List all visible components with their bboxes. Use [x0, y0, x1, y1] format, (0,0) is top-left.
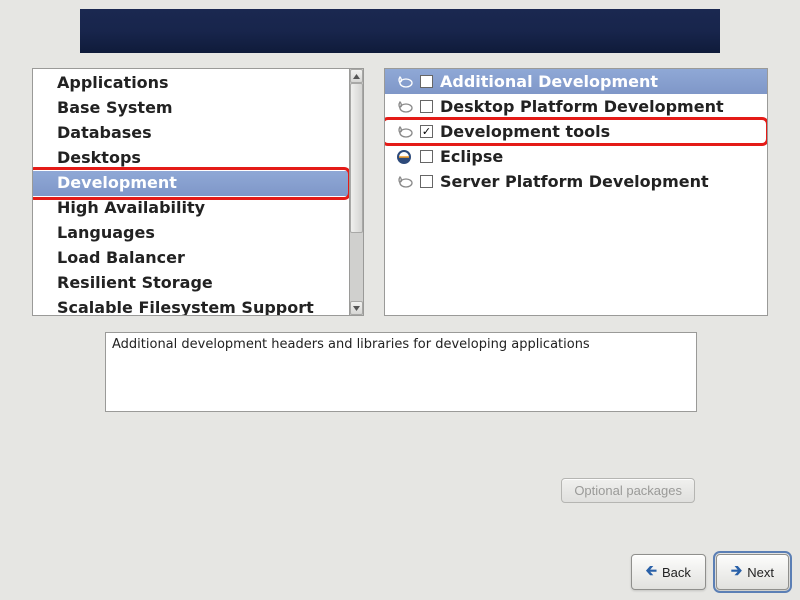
package-item[interactable]: Eclipse — [385, 144, 767, 169]
scroll-down-button[interactable] — [350, 301, 363, 315]
description-text: Additional development headers and libra… — [112, 337, 590, 352]
next-label: Next — [747, 565, 774, 580]
scroll-up-button[interactable] — [350, 69, 363, 83]
category-item[interactable]: Applications — [33, 71, 349, 96]
package-checkbox[interactable] — [420, 175, 433, 188]
package-label: Server Platform Development — [440, 171, 709, 192]
category-item[interactable]: Load Balancer — [33, 246, 349, 271]
package-checkbox[interactable]: ✓ — [420, 125, 433, 138]
package-listbox[interactable]: Additional Development Desktop Platform D… — [384, 68, 768, 316]
package-label: Desktop Platform Development — [440, 96, 724, 117]
package-item[interactable]: Server Platform Development — [385, 169, 767, 194]
scroll-thumb[interactable] — [350, 83, 363, 233]
next-button[interactable]: 🡲 Next — [716, 554, 789, 590]
category-item[interactable]: Desktops — [33, 146, 349, 171]
category-listbox[interactable]: ApplicationsBase SystemDatabasesDesktops… — [32, 68, 350, 316]
arrow-right-icon: 🡲 — [731, 560, 742, 584]
package-panel: Additional Development Desktop Platform D… — [384, 68, 768, 316]
package-item[interactable]: ✓ Development tools — [385, 119, 767, 144]
package-checkbox[interactable] — [420, 100, 433, 113]
back-label: Back — [662, 565, 691, 580]
optional-packages-button: Optional packages — [561, 478, 695, 503]
category-item[interactable]: Development — [33, 171, 349, 196]
back-button[interactable]: 🡰 Back — [631, 554, 706, 590]
category-scrollbar[interactable] — [350, 68, 364, 316]
eclipse-icon — [395, 150, 413, 164]
package-checkbox[interactable] — [420, 150, 433, 163]
description-box: Additional development headers and libra… — [105, 332, 697, 412]
category-item[interactable]: Databases — [33, 121, 349, 146]
package-label: Eclipse — [440, 146, 503, 167]
category-item[interactable]: High Availability — [33, 196, 349, 221]
package-icon — [395, 75, 413, 89]
package-icon — [395, 100, 413, 114]
category-item[interactable]: Languages — [33, 221, 349, 246]
category-panel: ApplicationsBase SystemDatabasesDesktops… — [32, 68, 364, 316]
package-item[interactable]: Desktop Platform Development — [385, 94, 767, 119]
category-item[interactable]: Resilient Storage — [33, 271, 349, 296]
package-checkbox[interactable] — [420, 75, 433, 88]
category-item[interactable]: Base System — [33, 96, 349, 121]
package-label: Additional Development — [440, 71, 658, 92]
package-icon — [395, 175, 413, 189]
package-item[interactable]: Additional Development — [385, 69, 767, 94]
header-banner — [80, 9, 720, 53]
package-icon — [395, 125, 413, 139]
category-item[interactable]: Scalable Filesystem Support — [33, 296, 349, 316]
optional-packages-label: Optional packages — [574, 483, 682, 498]
package-label: Development tools — [440, 121, 610, 142]
arrow-left-icon: 🡰 — [646, 560, 657, 584]
